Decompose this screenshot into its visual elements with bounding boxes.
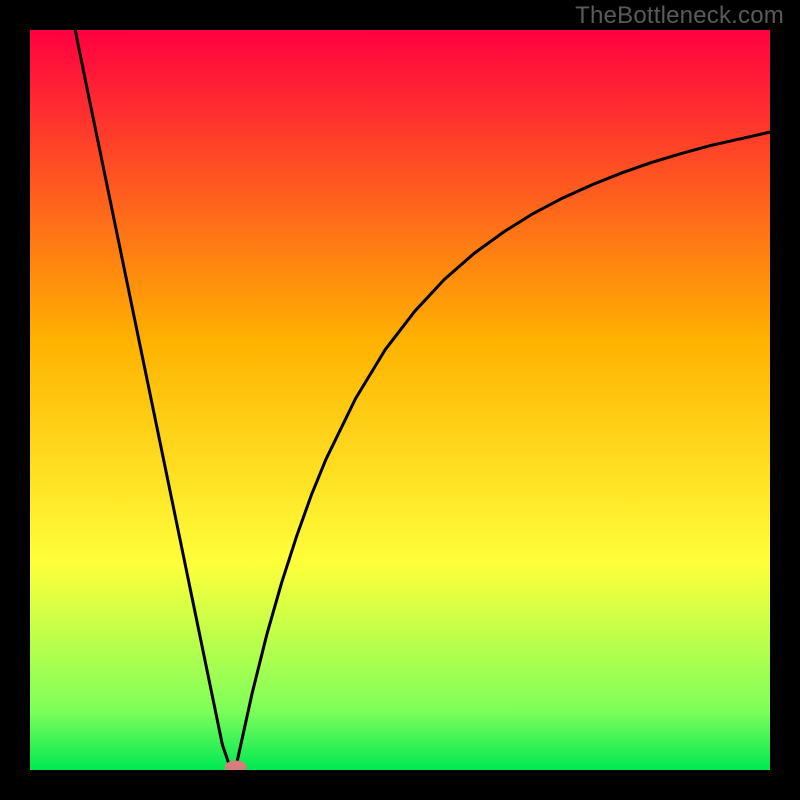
plot-area <box>30 30 770 770</box>
chart-svg <box>30 30 770 770</box>
gradient-background <box>30 30 770 770</box>
watermark-text: TheBottleneck.com <box>575 2 784 30</box>
chart-frame: TheBottleneck.com <box>0 0 800 800</box>
